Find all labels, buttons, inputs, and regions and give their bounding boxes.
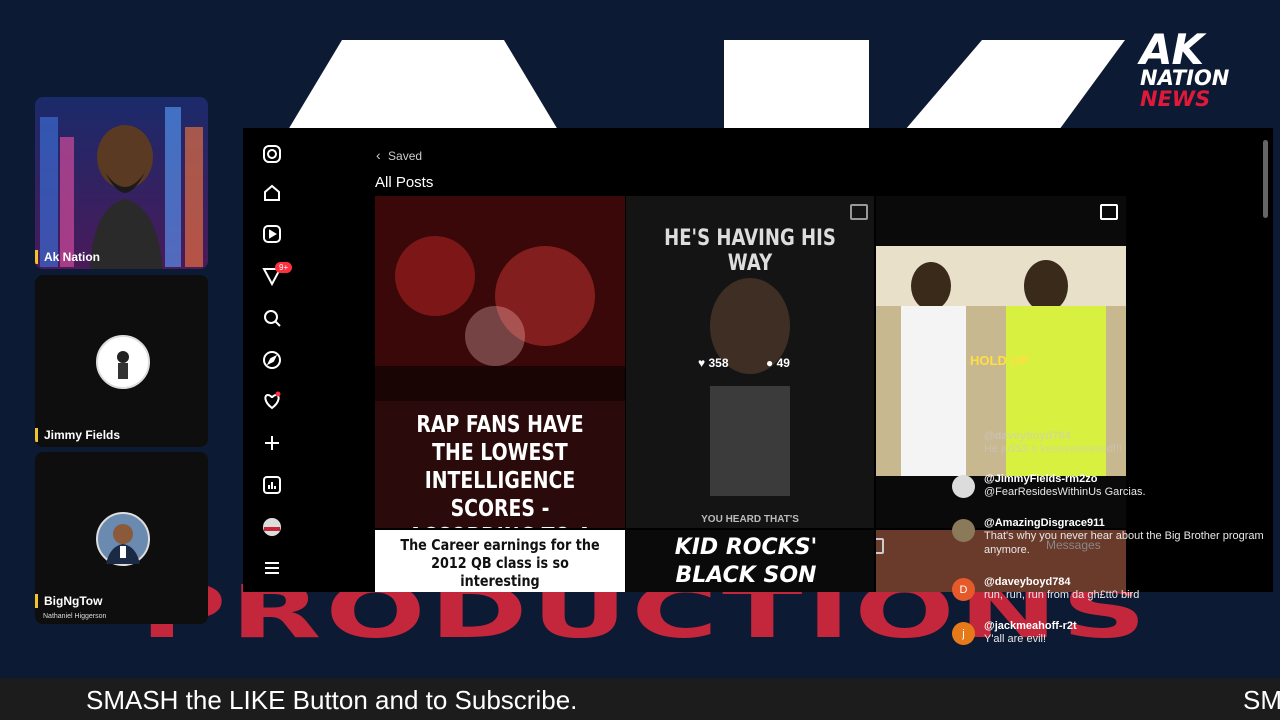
back-to-saved-link[interactable]: ‹ Saved — [376, 147, 422, 163]
participant-tile-bigngtow: BigNgTow Nathaniel Higgerson — [35, 452, 208, 624]
bottom-ticker: SMASH the LIKE Button and to Subscribe. … — [0, 678, 1280, 720]
participant-tile-jimmy-fields: Jimmy Fields — [35, 275, 208, 447]
page-title: All Posts — [375, 174, 434, 191]
chevron-left-icon: ‹ — [376, 147, 381, 163]
post-footer-text: YOU HEARD THAT'S — [701, 514, 799, 525]
likes-count-group: ♥ 358 — [698, 356, 729, 370]
logo-line-2: NATION — [1140, 66, 1230, 90]
participant-avatar — [96, 335, 150, 389]
chat-avatar: j — [952, 622, 975, 645]
chat-message: @AmazingDisgrace911 That's why you never… — [948, 517, 1268, 557]
chat-text: That's why you never hear about the Big … — [984, 530, 1264, 556]
explore-icon[interactable] — [261, 349, 283, 371]
participant-name: BigNgTow — [35, 594, 102, 608]
menu-icon[interactable] — [261, 557, 283, 579]
search-icon[interactable] — [261, 307, 283, 329]
logo-line-3: NEWS — [1140, 87, 1211, 111]
instagram-icon[interactable] — [261, 143, 283, 165]
profile-icon[interactable] — [261, 516, 283, 538]
reels-icon[interactable] — [261, 223, 283, 245]
back-label: Saved — [388, 149, 423, 163]
chat-username: @daveyboyd784 — [984, 430, 1071, 442]
logo-line-1: AK — [1140, 25, 1204, 74]
chat-message: @daveyboyd784 He ju$$$ a keeeeeeeeeed!!! — [948, 430, 1268, 456]
heart-icon: ♥ — [698, 356, 706, 370]
chat-username: @AmazingDisgrace911 — [984, 517, 1105, 529]
background-shape-middle — [724, 40, 869, 130]
ticker-text-repeat: SM — [1243, 685, 1280, 715]
background-shape-left — [288, 40, 558, 130]
instagram-sidebar: 9+ — [243, 128, 301, 592]
post-thumbnail — [710, 278, 790, 496]
ak-nation-news-logo: AK NATION NEWS — [1140, 25, 1255, 112]
post-thumbnail — [375, 196, 625, 401]
comments-count-group: ● 49 — [766, 356, 790, 370]
scrollbar[interactable] — [1263, 140, 1268, 218]
chat-message: D @daveyboyd784 run, run, run from da gh… — [948, 576, 1268, 602]
chat-username: @daveyboyd784 — [984, 576, 1071, 588]
chat-text: He ju$$$ a keeeeeeeeeed!!! — [984, 443, 1123, 455]
chat-avatar — [952, 519, 975, 542]
participant-avatar — [96, 512, 150, 566]
chat-username: @jackmeahoff-r2t — [984, 620, 1077, 632]
chat-avatar — [952, 475, 975, 498]
reel-icon — [850, 204, 868, 220]
home-icon[interactable] — [261, 182, 283, 204]
notification-badge: 9+ — [275, 262, 293, 273]
reel-icon — [1100, 204, 1118, 220]
comment-icon: ● — [766, 356, 774, 370]
dashboard-icon[interactable] — [261, 474, 283, 496]
create-icon[interactable] — [261, 432, 283, 454]
participant-tile-ak-nation: Ak Nation — [35, 97, 208, 269]
chat-message: j @jackmeahoff-r2t Y'all are evil! — [948, 620, 1268, 646]
post-caption: HOLD UP — [970, 353, 1029, 368]
chat-text: @FearResidesWithinUs Garcias. — [984, 486, 1146, 498]
notifications-icon[interactable] — [261, 390, 283, 412]
saved-post-5[interactable]: KID ROCKS' BLACK SON — [626, 530, 874, 592]
chat-avatar: D — [952, 578, 975, 601]
participant-name: Ak Nation — [35, 250, 100, 264]
chat-text: Y'all are evil! — [984, 633, 1047, 645]
participant-subtitle: Nathaniel Higgerson — [43, 613, 107, 620]
reel-icon — [876, 538, 884, 554]
background-shape-right — [905, 40, 1125, 130]
chat-text: run, run, run from da gh£tt0 bird — [984, 589, 1140, 601]
chat-username: @JimmyFields-rm2zo — [984, 473, 1098, 485]
saved-post-4[interactable]: The Career earnings for the 2012 QB clas… — [375, 530, 625, 592]
participant-name: Jimmy Fields — [35, 428, 120, 442]
ticker-text: SMASH the LIKE Button and to Subscribe. — [86, 685, 578, 715]
saved-post-2[interactable]: HE'S HAVING HIS WAY ♥ 358 ● 49 YOU HEARD… — [626, 196, 874, 528]
likes-count: 358 — [708, 356, 729, 370]
post-headline: RAP FANS HAVE THE LOWEST INTELLIGENCE SC… — [408, 412, 591, 528]
post-headline: The Career earnings for the 2012 QB clas… — [400, 536, 600, 590]
comments-count: 49 — [776, 356, 790, 370]
participant-video — [35, 97, 208, 269]
post-headline: KID ROCKS' BLACK SON — [674, 535, 818, 588]
chat-message: @JimmyFields-rm2zo @FearResidesWithinUs … — [948, 473, 1268, 499]
saved-post-1[interactable]: RAP FANS HAVE THE LOWEST INTELLIGENCE SC… — [375, 196, 625, 528]
